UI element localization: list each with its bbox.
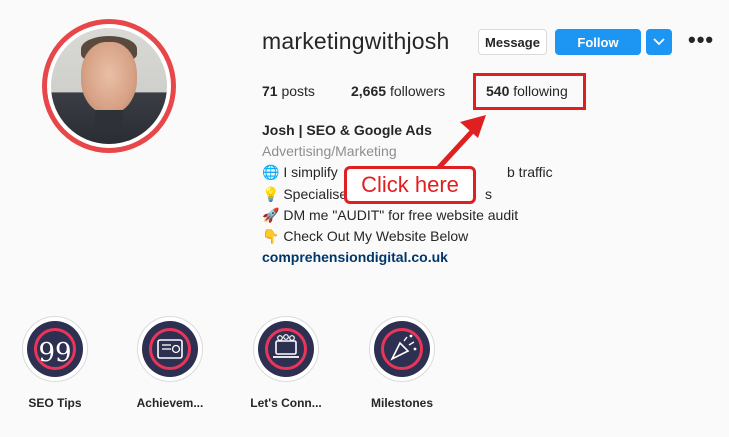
highlight-seo-tips[interactable]: 99 <box>22 316 88 382</box>
highlight-lets-connect[interactable] <box>253 316 319 382</box>
svg-text:99: 99 <box>38 338 71 368</box>
highlight-label: Let's Conn... <box>250 396 322 410</box>
highlight-achievements[interactable] <box>137 316 203 382</box>
party-popper-icon <box>390 334 417 361</box>
highlight-milestones[interactable] <box>369 316 435 382</box>
highlight-cover <box>142 321 198 377</box>
highlight-cover <box>258 321 314 377</box>
laptop-icon <box>273 334 299 358</box>
highlight-cover: 99 <box>27 321 83 377</box>
quote-icon: 99 <box>38 338 71 368</box>
highlight-label: Achievem... <box>136 396 204 410</box>
highlight-label: Milestones <box>370 396 433 410</box>
certificate-icon <box>157 339 183 359</box>
click-here-callout: Click here <box>344 166 476 204</box>
highlight-cover <box>374 321 430 377</box>
highlight-label: SEO Tips <box>28 396 82 410</box>
annotation-arrow <box>429 115 486 178</box>
